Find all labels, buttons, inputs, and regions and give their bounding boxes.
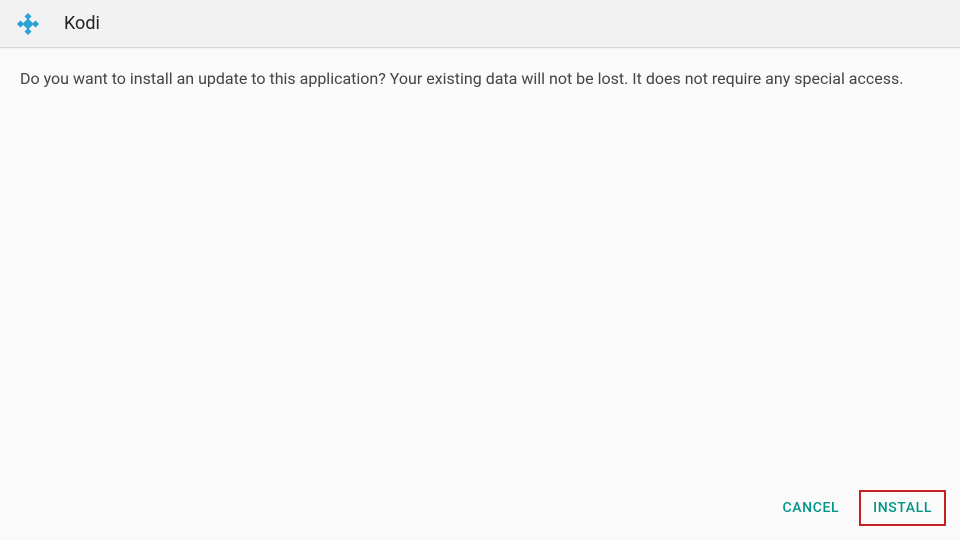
action-bar: CANCEL INSTALL (769, 490, 946, 526)
install-button[interactable]: INSTALL (859, 490, 946, 526)
dialog-header: Kodi (0, 0, 960, 48)
kodi-logo-icon (16, 12, 40, 36)
app-title: Kodi (64, 13, 100, 34)
cancel-button[interactable]: CANCEL (769, 490, 854, 526)
dialog-content: Do you want to install an update to this… (0, 48, 960, 90)
install-message: Do you want to install an update to this… (20, 68, 940, 90)
